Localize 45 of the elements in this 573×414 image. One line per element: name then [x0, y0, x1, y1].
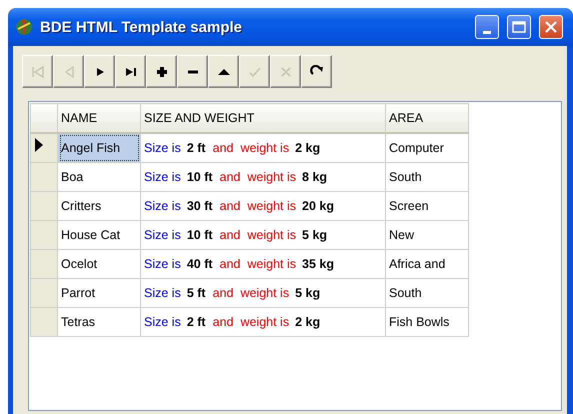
- table-cell: Africa and: [386, 250, 468, 278]
- cross-icon: [278, 64, 292, 78]
- insert-button[interactable]: [146, 55, 177, 88]
- edit-button[interactable]: [208, 55, 239, 88]
- table-cell: Angel Fish: [58, 133, 140, 162]
- window-title: BDE HTML Template sample: [40, 18, 243, 36]
- minimize-icon: [483, 30, 491, 34]
- last-button[interactable]: [115, 55, 146, 88]
- column-header[interactable]: AREA: [386, 104, 468, 133]
- table-cell: Size is 10 ft and weight is 5 kg: [140, 220, 386, 250]
- table-cell: Size is 2 ft and weight is 2 kg: [140, 133, 386, 162]
- delete-button[interactable]: [177, 55, 208, 88]
- column-header[interactable]: SIZE AND WEIGHT: [140, 104, 386, 133]
- table-cell: South: [386, 278, 468, 308]
- maximize-button[interactable]: [507, 15, 531, 39]
- table-cell: Size is 10 ft and weight is 8 kg: [140, 162, 386, 192]
- close-button[interactable]: [539, 15, 563, 39]
- refresh-button[interactable]: [301, 55, 332, 88]
- table-cell: Size is 2 ft and weight is 2 kg: [140, 308, 386, 336]
- table-cell: South: [386, 162, 468, 192]
- table-cell: Computer: [386, 133, 468, 162]
- close-icon: [545, 21, 557, 33]
- table-cell: Size is 30 ft and weight is 20 kg: [140, 192, 386, 220]
- current-row-icon: [34, 138, 44, 152]
- app-icon: [14, 17, 34, 37]
- table-cell: Critters: [58, 192, 140, 220]
- row-indicator[interactable]: [30, 133, 58, 162]
- table-cell: New: [386, 220, 468, 250]
- next-button[interactable]: [84, 55, 115, 88]
- table-cell: Fish Bowls: [386, 308, 468, 336]
- table-cell: Parrot: [58, 278, 140, 308]
- checkmark-icon: [248, 64, 262, 78]
- minimize-button[interactable]: [475, 15, 499, 39]
- table-cell: Size is 40 ft and weight is 35 kg: [140, 250, 386, 278]
- table-cell: House Cat: [58, 220, 140, 250]
- table-cell: Size is 5 ft and weight is 5 kg: [140, 278, 386, 308]
- column-header[interactable]: NAME: [58, 104, 140, 133]
- table-cell: Boa: [58, 162, 140, 192]
- table-cell: Tetras: [58, 308, 140, 336]
- first-record-icon: [30, 64, 44, 78]
- plus-icon: [154, 64, 168, 78]
- table-cell: Ocelot: [58, 250, 140, 278]
- indicator-header: [30, 104, 58, 133]
- table-cell: Screen: [386, 192, 468, 220]
- maximize-icon: [512, 21, 526, 33]
